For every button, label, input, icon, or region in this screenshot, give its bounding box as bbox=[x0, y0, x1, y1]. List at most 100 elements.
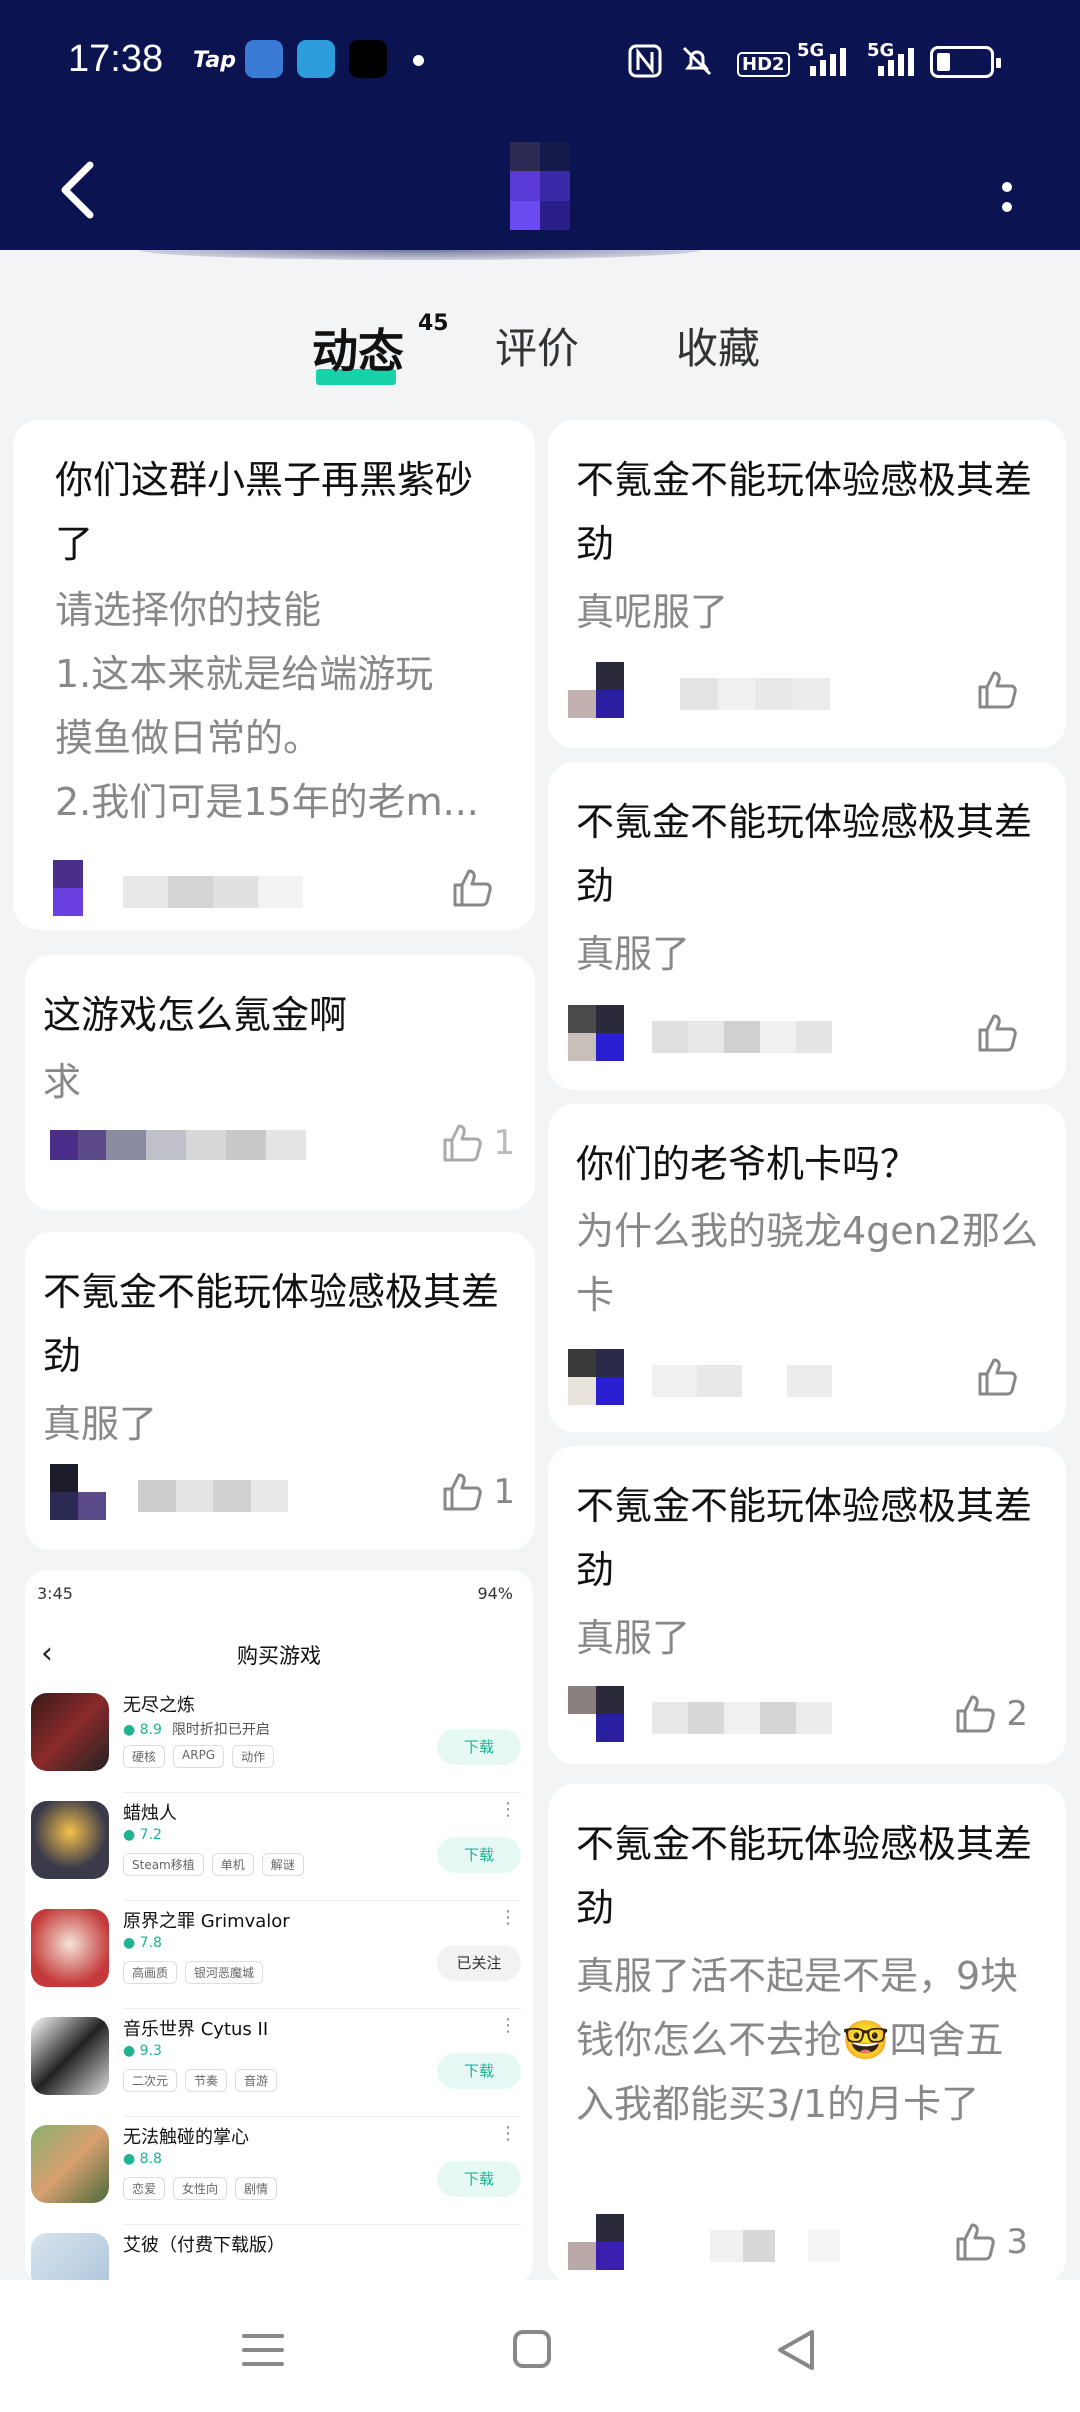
tag: 音游 bbox=[235, 2069, 278, 2092]
tag: ARPG bbox=[173, 1745, 225, 1768]
like-button[interactable]: 2 bbox=[954, 1686, 1028, 1742]
like-count: 1 bbox=[493, 1123, 515, 1163]
avatar bbox=[53, 860, 83, 916]
thumbs-up-icon bbox=[978, 671, 1017, 709]
like-count: 2 bbox=[1006, 1694, 1028, 1734]
post-author[interactable] bbox=[568, 2214, 898, 2270]
post-card[interactable]: 不氪金不能玩体验感极其差劲 真服了 1 bbox=[25, 1232, 535, 1550]
post-card[interactable]: 不氪金不能玩体验感极其差劲 真服了活不起是不是，9块钱你怎么不去抢🤓四舍五入我都… bbox=[548, 1784, 1066, 2284]
back-triangle-icon[interactable] bbox=[762, 2320, 832, 2380]
post-author[interactable] bbox=[568, 1686, 898, 1742]
post-title: 不氪金不能玩体验感极其差劲 bbox=[43, 1270, 500, 1378]
game-score: ● 9.3 bbox=[123, 2043, 162, 2059]
tab-count-badge: 45 bbox=[418, 311, 449, 336]
post-author[interactable] bbox=[568, 662, 898, 718]
game-icon bbox=[31, 2233, 109, 2285]
post-title: 不氪金不能玩体验感极其差劲 bbox=[576, 1822, 1033, 1930]
game-icon bbox=[31, 1693, 109, 1771]
post-card[interactable]: 这游戏怎么氪金啊 求 1 bbox=[25, 955, 535, 1210]
game-score: ● 7.2 bbox=[123, 1827, 162, 1843]
post-card[interactable]: 你们的老爷机卡吗？ 为什么我的骁龙4gen2那么卡 bbox=[548, 1104, 1066, 1432]
more-vertical-icon[interactable] bbox=[995, 165, 1020, 225]
game-row: ⋮ 无法触碰的掌心 ● 8.8 恋爱 女性向 剧情 下载 bbox=[25, 2117, 533, 2225]
game-promo: 限时折扣已开启 bbox=[171, 1722, 270, 1738]
post-card[interactable]: 不氪金不能玩体验感极其差劲 真服了 bbox=[548, 762, 1066, 1090]
post-title: 这游戏怎么氪金啊 bbox=[43, 993, 348, 1037]
tiktok-icon bbox=[349, 40, 387, 78]
nfc-icon bbox=[628, 44, 662, 78]
game-row: 艾彼（付费下载版） bbox=[25, 2225, 533, 2285]
thumbs-up-icon bbox=[956, 1695, 996, 1733]
thumbs-up-icon bbox=[956, 2223, 996, 2261]
author-name-blurred bbox=[123, 876, 303, 908]
game-name: 艾彼（付费下载版） bbox=[123, 2235, 285, 2256]
game-row: ⋮ 音乐世界 Cytus II ● 9.3 二次元 节奏 音游 下载 bbox=[25, 2009, 533, 2117]
like-button[interactable]: 1 bbox=[441, 1115, 515, 1171]
tab-bar: 动态 45 评价 收藏 bbox=[0, 295, 1080, 385]
post-body: 请选择你的技能 1.这本来就是给端游玩 摸鱼做日常的。 2.我们可是15年的老m… bbox=[55, 588, 479, 824]
post-card[interactable]: 你们这群小黑子再黑紫砂了 请选择你的技能 1.这本来就是给端游玩 摸鱼做日常的。… bbox=[13, 420, 535, 930]
author-name-blurred bbox=[106, 1130, 306, 1160]
screenshot-title: 购买游戏 bbox=[237, 1644, 321, 1668]
post-body: 真呢服了 bbox=[576, 590, 729, 634]
tab-favorites[interactable]: 收藏 bbox=[676, 315, 760, 376]
follow-button: 已关注 bbox=[437, 1945, 521, 1981]
home-icon[interactable] bbox=[497, 2320, 567, 2380]
attached-screenshot[interactable]: 3:45 94% ‹ 购买游戏 无尽之炼 ● 8.9 限时折扣已开启 硬核 ARPG… bbox=[25, 1570, 533, 2285]
status-time: 17:38 bbox=[68, 38, 164, 80]
game-row: 无尽之炼 ● 8.9 限时折扣已开启 硬核 ARPG 动作 下载 bbox=[25, 1685, 533, 1793]
more-vertical-icon: ⋮ bbox=[499, 2123, 517, 2144]
tag: 节奏 bbox=[185, 2069, 228, 2092]
tab-reviews[interactable]: 评价 bbox=[495, 315, 579, 376]
post-author[interactable] bbox=[568, 1005, 898, 1061]
tag: 解谜 bbox=[261, 1853, 304, 1876]
tab-label: 动态 bbox=[312, 324, 404, 378]
post-author[interactable] bbox=[53, 860, 383, 916]
tag: 单机 bbox=[211, 1853, 254, 1876]
game-score: ● 8.8 bbox=[123, 2151, 162, 2167]
like-button[interactable] bbox=[451, 860, 503, 916]
post-author[interactable] bbox=[50, 1464, 380, 1520]
post-title: 不氪金不能玩体验感极其差劲 bbox=[576, 458, 1033, 566]
like-button[interactable] bbox=[976, 1349, 1028, 1405]
post-author[interactable] bbox=[50, 1130, 380, 1186]
like-button[interactable] bbox=[976, 662, 1028, 718]
game-tags: 恋爱 女性向 剧情 bbox=[123, 2177, 278, 2200]
tab-label: 评价 bbox=[495, 324, 580, 373]
tag: 剧情 bbox=[235, 2177, 278, 2200]
tag: 动作 bbox=[232, 1745, 275, 1768]
post-card[interactable]: 不氪金不能玩体验感极其差劲 真服了 2 bbox=[548, 1446, 1066, 1764]
thumbs-up-icon bbox=[978, 1014, 1017, 1052]
tag: Steam移植 bbox=[123, 1853, 204, 1876]
game-row: ⋮ 原界之罪 Grimvalor ● 7.8 高画质 银河恶魔城 已关注 bbox=[25, 1901, 533, 2009]
thumbs-up-icon bbox=[453, 869, 492, 907]
game-tags: 高画质 银河恶魔城 bbox=[123, 1961, 264, 1984]
post-card[interactable]: 不氪金不能玩体验感极其差劲 真呢服了 bbox=[548, 420, 1066, 748]
post-body: 真服了活不起是不是，9块钱你怎么不去抢🤓四舍五入我都能买3/1的月卡了 bbox=[576, 1954, 1019, 2126]
like-button[interactable]: 3 bbox=[954, 2214, 1028, 2270]
tag: 银河恶魔城 bbox=[185, 1961, 264, 1984]
user-avatar-pixelated[interactable] bbox=[510, 142, 570, 230]
score-value: 7.2 bbox=[139, 1827, 162, 1843]
game-icon bbox=[31, 2017, 109, 2095]
post-author[interactable] bbox=[568, 1349, 898, 1405]
author-name-blurred bbox=[652, 1021, 832, 1053]
back-button[interactable] bbox=[50, 150, 110, 230]
menu-icon[interactable] bbox=[228, 2320, 298, 2380]
like-button[interactable] bbox=[976, 1005, 1028, 1061]
game-icon bbox=[31, 1909, 109, 1987]
mute-icon bbox=[682, 46, 712, 76]
post-body: 求 bbox=[43, 1060, 82, 1104]
game-name: 无尽之炼 bbox=[123, 1695, 195, 1716]
game-score: ● 7.8 bbox=[123, 1935, 162, 1951]
game-row: ⋮ 蜡烛人 ● 7.2 Steam移植 单机 解谜 下载 bbox=[25, 1793, 533, 1901]
tab-dynamics[interactable]: 动态 45 bbox=[312, 311, 449, 385]
thumbs-up-icon bbox=[443, 1124, 483, 1162]
like-button[interactable]: 1 bbox=[441, 1464, 515, 1520]
download-button: 下载 bbox=[437, 1729, 521, 1765]
tag: 恋爱 bbox=[123, 2177, 166, 2200]
hd-icon: HD2 bbox=[737, 52, 790, 77]
game-tags: Steam移植 单机 解谜 bbox=[123, 1853, 304, 1876]
post-title: 你们的老爷机卡吗？ bbox=[576, 1142, 919, 1186]
download-button: 下载 bbox=[437, 2053, 521, 2089]
